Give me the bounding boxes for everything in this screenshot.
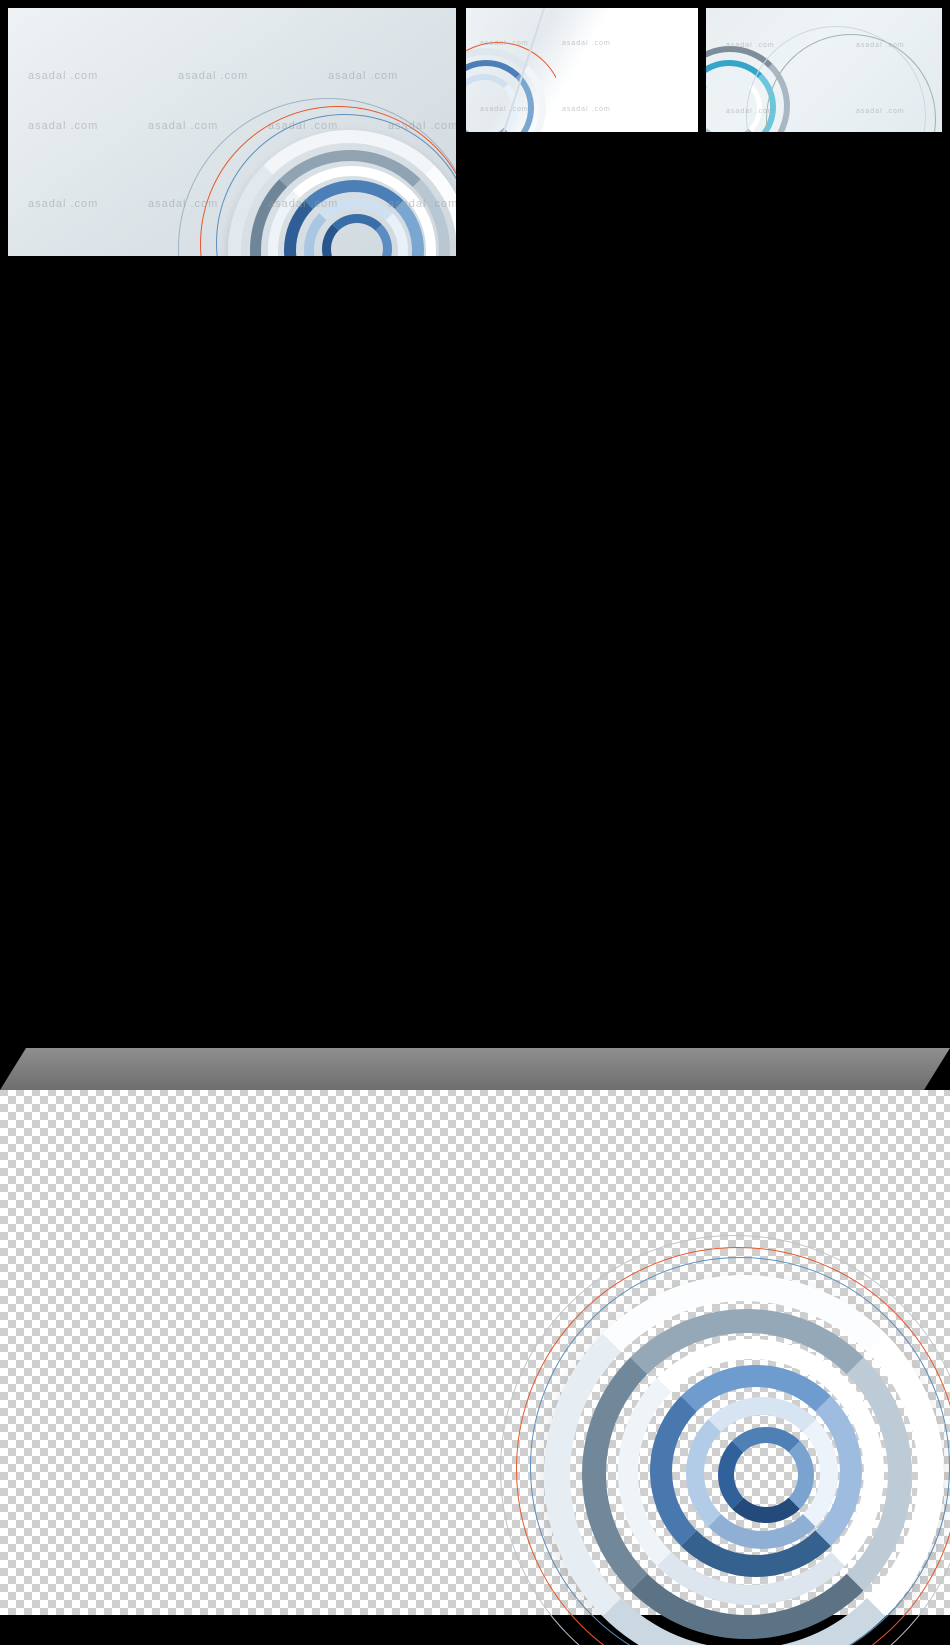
png-image-banner [0, 1048, 950, 1090]
contents-title [554, 26, 626, 28]
banner-notch-left [0, 1048, 26, 1090]
swirl-graphic [470, 1225, 950, 1645]
png-image-section [0, 1048, 950, 1645]
cover-slide[interactable]: asadal .com asadal .com asadal .com asad… [8, 8, 456, 256]
banner-notch-right [924, 1048, 950, 1090]
contents-list[interactable] [554, 58, 674, 73]
slide-insert-title[interactable]: asadal .com asadal .com asadal .com asad… [706, 8, 942, 132]
slide-contents[interactable]: asadal .com asadal .com asadal .com asad… [466, 8, 698, 132]
